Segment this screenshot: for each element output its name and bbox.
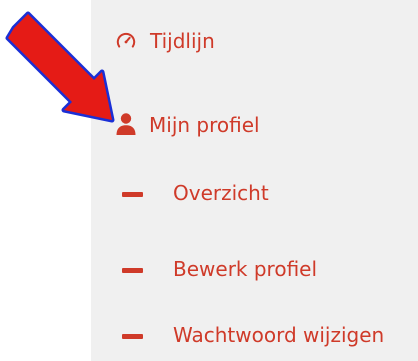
speedometer-icon bbox=[115, 30, 137, 52]
menu-item-mijn-profiel[interactable]: Mijn profiel bbox=[91, 104, 418, 148]
menu-item-label: Tijdlijn bbox=[150, 29, 215, 53]
side-menu: Tijdlijn Mijn profiel Overzicht Bewerk p… bbox=[91, 0, 418, 361]
submenu-item-label: Bewerk profiel bbox=[173, 257, 318, 281]
menu-item-label: Mijn profiel bbox=[149, 113, 260, 137]
dash-icon bbox=[122, 334, 143, 339]
submenu-item-label: Wachtwoord wijzigen bbox=[173, 323, 385, 347]
submenu-item-label: Overzicht bbox=[173, 181, 269, 205]
user-icon bbox=[115, 112, 137, 136]
dash-icon bbox=[122, 268, 143, 273]
dash-icon bbox=[122, 192, 143, 197]
menu-item-tijdlijn[interactable]: Tijdlijn bbox=[91, 20, 418, 64]
submenu-item-wachtwoord-wijzigen[interactable]: Wachtwoord wijzigen bbox=[91, 314, 418, 358]
submenu-item-overzicht[interactable]: Overzicht bbox=[91, 172, 418, 216]
submenu-item-bewerk-profiel[interactable]: Bewerk profiel bbox=[91, 248, 418, 292]
